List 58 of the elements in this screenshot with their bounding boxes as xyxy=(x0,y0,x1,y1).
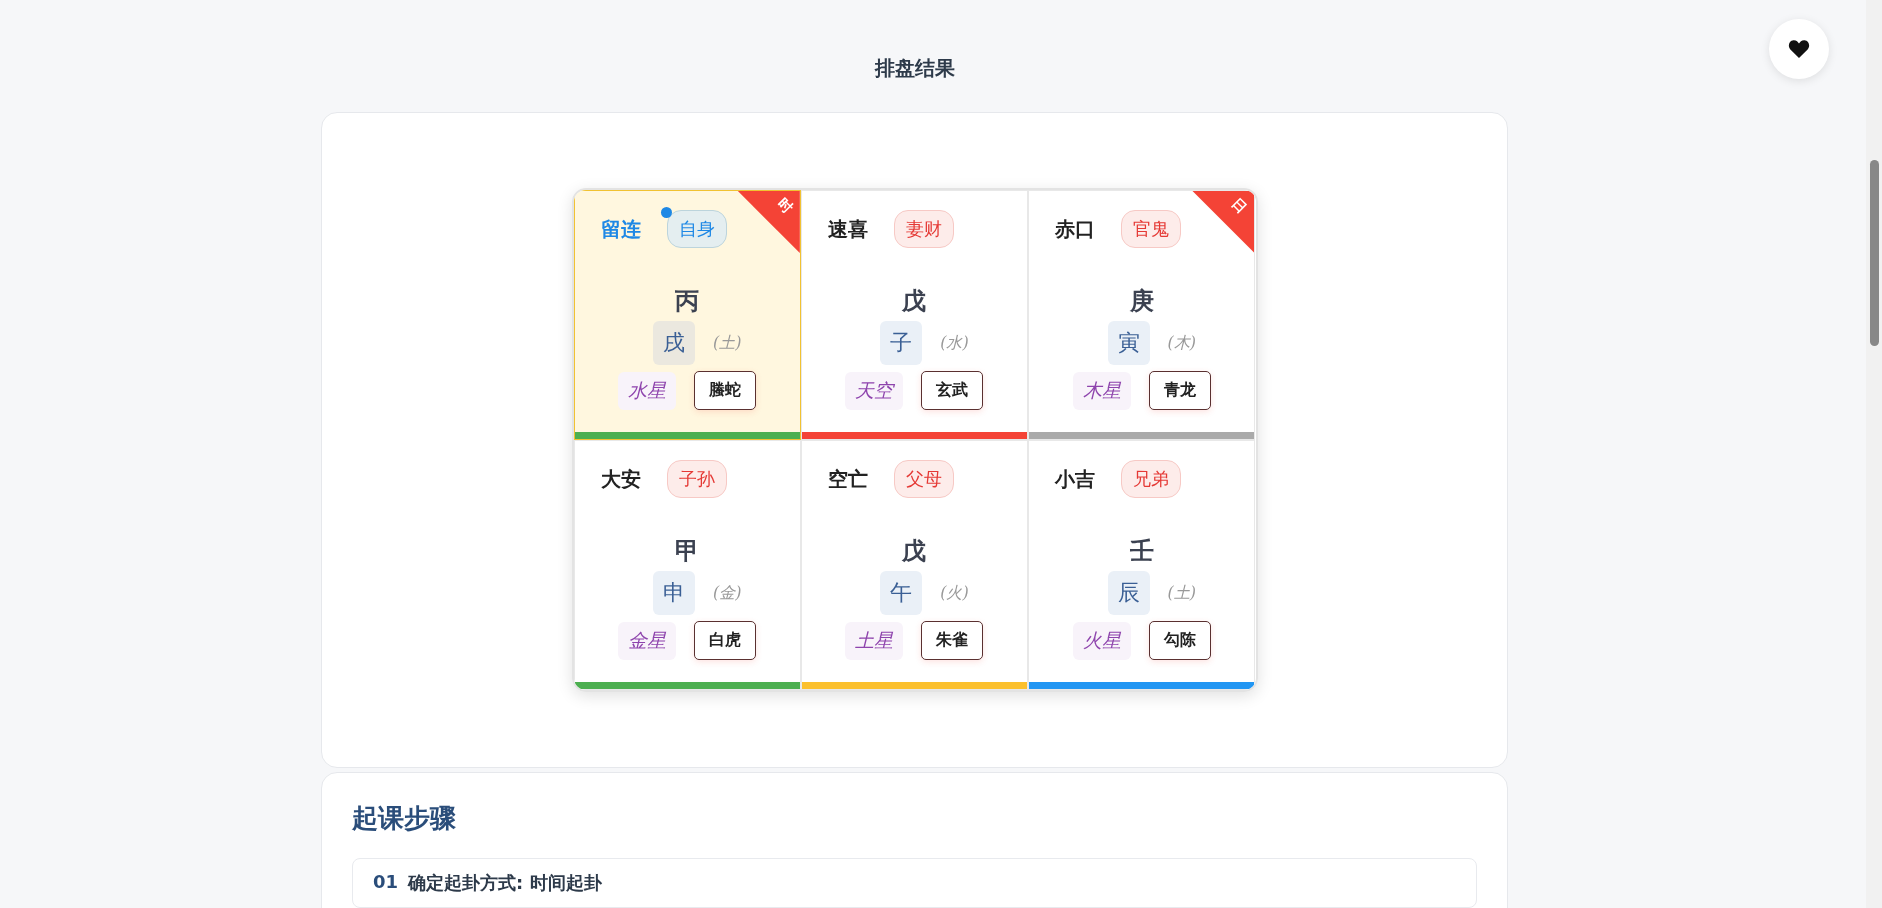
palace-cell[interactable]: 时 留连 自身 丙 戌 (土) 水星 螣蛇 xyxy=(573,190,801,440)
deity-tag: 青龙 xyxy=(1148,371,1211,410)
palace-cell[interactable]: 空亡 父母 戊 午 (火) 土星 朱雀 xyxy=(800,440,1029,690)
palace-name: 小吉 xyxy=(1055,465,1096,493)
stem-text: 壬 xyxy=(1129,535,1154,567)
palace-cell[interactable]: 日 赤口 官鬼 庚 寅 (木) 木星 青龙 xyxy=(1028,190,1256,440)
relation-tag: 父母 xyxy=(893,460,954,498)
element-tag: (金) xyxy=(706,578,748,608)
element-tag: (水) xyxy=(934,328,975,358)
palace-name: 大安 xyxy=(600,465,641,493)
step-text: 确定起卦方式: 时间起卦 xyxy=(408,871,602,895)
branch-tag: 午 xyxy=(880,571,923,615)
deity-tag: 螣蛇 xyxy=(694,371,757,410)
star-tag: 水星 xyxy=(618,371,677,410)
relation-tag: 官鬼 xyxy=(1121,210,1182,248)
palace-name: 赤口 xyxy=(1055,215,1096,243)
element-tag: (土) xyxy=(706,328,748,358)
stem-text: 甲 xyxy=(675,535,700,567)
element-tag: (土) xyxy=(1161,578,1203,608)
star-tag: 金星 xyxy=(618,621,677,660)
relation-tag: 自身 xyxy=(666,210,727,248)
deity-tag: 朱雀 xyxy=(921,621,984,660)
branch-tag: 申 xyxy=(652,571,695,615)
stem-text: 庚 xyxy=(1129,285,1154,317)
deity-tag: 白虎 xyxy=(694,621,757,660)
stem-text: 丙 xyxy=(675,285,700,317)
corner-ribbon: 日 xyxy=(1192,191,1255,253)
element-tag: (火) xyxy=(934,578,975,608)
star-tag: 木星 xyxy=(1072,371,1131,410)
branch-tag: 戌 xyxy=(652,321,695,365)
palace-name: 空亡 xyxy=(827,465,868,493)
selection-dot xyxy=(660,207,672,218)
palace-name: 速喜 xyxy=(827,215,868,243)
palace-cell[interactable]: 速喜 妻财 戊 子 (水) 天空 玄武 xyxy=(800,190,1029,440)
element-tag: (木) xyxy=(1161,328,1203,358)
stem-text: 戊 xyxy=(902,535,927,567)
relation-tag: 兄弟 xyxy=(1121,460,1182,498)
branch-tag: 辰 xyxy=(1107,571,1150,615)
palace-name: 留连 xyxy=(600,215,641,243)
star-tag: 土星 xyxy=(845,621,904,660)
star-tag: 天空 xyxy=(845,371,904,410)
page-title: 排盘结果 xyxy=(873,55,956,82)
deity-tag: 玄武 xyxy=(921,371,984,410)
branch-tag: 子 xyxy=(880,321,923,365)
palace-cell[interactable]: 大安 子孙 甲 申 (金) 金星 白虎 xyxy=(573,440,801,690)
stem-text: 戊 xyxy=(902,285,927,317)
step-number: 01 xyxy=(373,871,399,894)
branch-tag: 寅 xyxy=(1107,321,1150,365)
relation-tag: 妻财 xyxy=(893,210,954,248)
favorite-button[interactable] xyxy=(1769,19,1829,79)
star-tag: 火星 xyxy=(1072,621,1131,660)
corner-ribbon: 时 xyxy=(737,191,800,253)
scrollbar[interactable] xyxy=(1866,0,1882,908)
deity-tag: 勾陈 xyxy=(1148,621,1211,660)
relation-tag: 子孙 xyxy=(666,460,727,498)
palace-cell[interactable]: 小吉 兄弟 壬 辰 (土) 火星 勾陈 xyxy=(1028,440,1256,690)
section-title: 起课步骤 xyxy=(352,802,457,835)
heart-icon xyxy=(1788,39,1810,59)
